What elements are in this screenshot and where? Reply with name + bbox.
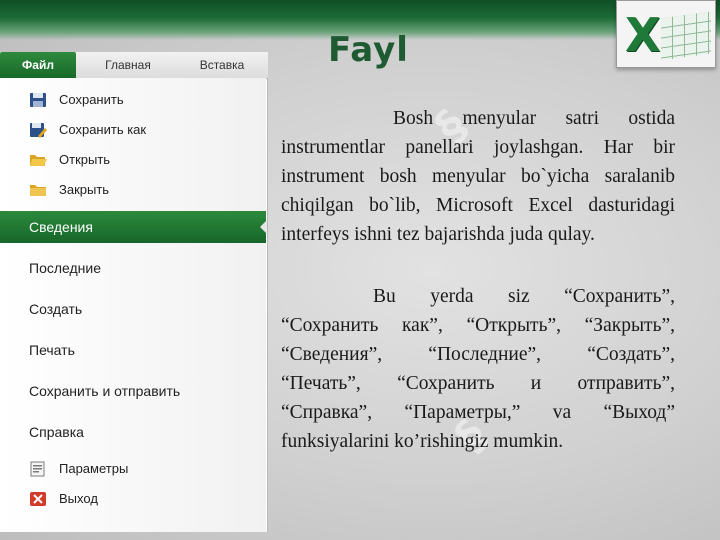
excel-x-icon: X bbox=[625, 8, 661, 62]
section-help[interactable]: Справка bbox=[0, 416, 266, 448]
section-label: Последние bbox=[29, 260, 102, 276]
ribbon-tab-bar: Файл Главная Вставка bbox=[0, 52, 268, 79]
file-menu-screenshot: Файл Главная Вставка Сохранить Сохранить… bbox=[0, 52, 268, 532]
options-icon bbox=[30, 461, 45, 477]
paragraph-text: Bu yerda siz “Сохранить”, “Сохранить как… bbox=[281, 286, 675, 452]
tab-insert[interactable]: Вставка bbox=[180, 52, 264, 78]
save-as-icon bbox=[30, 123, 47, 138]
menu-item-label: Выход bbox=[59, 491, 98, 506]
paragraph-functions: Bu yerda siz “Сохранить”, “Сохранить как… bbox=[281, 282, 675, 456]
menu-item-save[interactable]: Сохранить bbox=[0, 86, 266, 114]
tab-file[interactable]: Файл bbox=[0, 52, 76, 78]
menu-item-label: Закрыть bbox=[59, 182, 110, 197]
paragraph-text: Bosh menyular satri ostida instrumentlar… bbox=[281, 108, 675, 245]
menu-item-close[interactable]: Закрыть bbox=[0, 176, 266, 204]
backstage-menu: Сохранить Сохранить как Открыть Закрыть … bbox=[0, 78, 267, 532]
section-new[interactable]: Создать bbox=[0, 293, 266, 325]
spreadsheet-grid-icon bbox=[661, 11, 711, 61]
menu-item-label: Открыть bbox=[59, 152, 111, 167]
menu-item-label: Сохранить bbox=[59, 92, 124, 107]
section-save-send[interactable]: Сохранить и отправить bbox=[0, 375, 266, 407]
section-label: Сведения bbox=[29, 219, 93, 235]
menu-item-open[interactable]: Открыть bbox=[0, 146, 266, 174]
section-label: Справка bbox=[29, 424, 84, 440]
section-label: Сохранить и отправить bbox=[29, 383, 181, 399]
excel-logo-icon: X bbox=[616, 0, 716, 68]
section-info[interactable]: Сведения bbox=[0, 211, 267, 243]
section-label: Печать bbox=[29, 342, 75, 358]
tab-home[interactable]: Главная bbox=[86, 52, 170, 78]
save-icon bbox=[30, 93, 46, 107]
open-folder-icon bbox=[30, 155, 47, 166]
section-print[interactable]: Печать bbox=[0, 334, 266, 366]
close-folder-icon bbox=[30, 185, 46, 196]
menu-item-label: Сохранить как bbox=[59, 122, 147, 137]
exit-icon bbox=[30, 492, 46, 506]
menu-item-save-as[interactable]: Сохранить как bbox=[0, 116, 266, 144]
menu-item-exit[interactable]: Выход bbox=[0, 485, 266, 513]
paragraph-intro: Bosh menyular satri ostida instrumentlar… bbox=[281, 104, 675, 249]
menu-item-options[interactable]: Параметры bbox=[0, 455, 266, 483]
page-title: Fayl bbox=[328, 30, 409, 70]
section-recent[interactable]: Последние bbox=[0, 252, 266, 284]
menu-item-label: Параметры bbox=[59, 461, 129, 476]
section-label: Создать bbox=[29, 301, 83, 317]
